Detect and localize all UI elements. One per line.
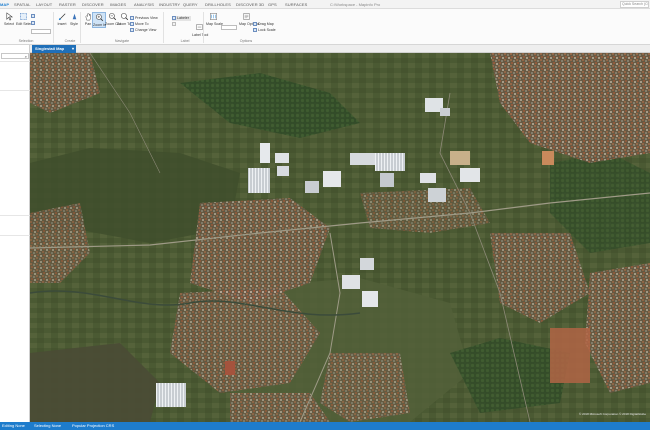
quick-search-input[interactable]: Quick Search (Ctrl+Q)	[620, 1, 649, 8]
style-button[interactable]: Style	[67, 12, 81, 26]
group-label-label: Label	[180, 39, 190, 43]
group-label-options: Options	[239, 39, 253, 43]
tab-gps[interactable]: GPS	[268, 2, 277, 7]
tab-analysis[interactable]: ANALYSIS	[134, 2, 154, 7]
arrow-cursor-icon	[6, 12, 13, 21]
tab-drillholes[interactable]: DRILLHOLES	[205, 2, 231, 7]
edit-select-button[interactable]: Edit Select	[16, 12, 33, 26]
map-view[interactable]: © 2018 Microsoft Corporation © 2018 Digi…	[30, 53, 650, 422]
map-scale-icon	[209, 13, 217, 20]
group-label-selection: Selection	[18, 39, 34, 43]
panel-divider	[0, 61, 30, 62]
tab-industry[interactable]: INDUSTRY	[159, 2, 180, 7]
tab-raster[interactable]: RASTER	[59, 2, 76, 7]
ribbon-tab-bar: MAP SPATIAL LAYOUT RASTER DISCOVER IMAGE…	[0, 0, 650, 9]
map-attribution: © 2018 Microsoft Corporation © 2018 Digi…	[579, 412, 646, 416]
zoom-to-button[interactable]: Zoom To	[117, 12, 131, 26]
status-selecting[interactable]: Selecting None	[34, 423, 61, 428]
explorer-panel: ⌕	[0, 45, 30, 422]
magnifier-icon	[120, 13, 128, 21]
selection-dropdown[interactable]	[31, 29, 51, 34]
tab-map[interactable]: MAP	[0, 2, 9, 7]
search-icon[interactable]: ⌕	[25, 54, 27, 59]
ribbon: Select Edit Select Selection Insert Styl…	[0, 9, 650, 45]
map-options-button[interactable]: Map Options	[239, 12, 259, 26]
edit-select-icon	[19, 13, 27, 20]
status-bar: Editing None Selecting None Popular Proj…	[0, 422, 650, 430]
tab-discover[interactable]: DISCOVER	[82, 2, 104, 7]
label-option-item[interactable]	[172, 22, 177, 27]
scale-dropdown[interactable]	[221, 25, 237, 30]
ribbon-divider	[53, 12, 54, 43]
move-to-button[interactable]: Move To	[130, 22, 149, 27]
panel-divider	[0, 90, 30, 91]
ribbon-divider	[203, 12, 204, 43]
unselect-item[interactable]	[31, 21, 36, 26]
lock-scale-toggle[interactable]: Lock Scale	[253, 28, 276, 33]
map-scale-button[interactable]: Map Scale	[206, 12, 223, 26]
style-icon	[72, 13, 76, 20]
group-label-navigate: Navigate	[114, 39, 130, 43]
tab-query[interactable]: QUERY	[183, 2, 198, 7]
tab-dropdown-icon[interactable]: ▾	[72, 45, 74, 53]
panel-divider	[0, 235, 30, 236]
tab-map-window[interactable]: Singlestail Map ▾	[32, 45, 76, 53]
document-tab-bar: Singlestail Map ▾	[30, 45, 650, 53]
zoom-in-icon	[95, 14, 103, 22]
tab-surfaces[interactable]: SURFACES	[285, 2, 307, 7]
zoom-out-icon	[108, 13, 116, 21]
satellite-imagery	[30, 53, 650, 422]
status-projection[interactable]: Popular Projection CRS	[72, 423, 114, 428]
map-options-icon	[243, 13, 249, 20]
select-button[interactable]: Select	[2, 12, 16, 26]
change-view-button[interactable]: Change View	[130, 28, 156, 33]
invert-selection-item[interactable]	[31, 14, 36, 19]
group-label-create: Create	[64, 39, 76, 43]
window-title: C:\Workspace - Mapinfo Pro	[330, 2, 381, 7]
drag-map-toggle[interactable]: Drag Map	[253, 22, 274, 27]
tab-layout[interactable]: LAYOUT	[36, 2, 52, 7]
previous-view-button[interactable]: Previous View	[130, 16, 158, 21]
panel-search-input[interactable]: ⌕	[1, 53, 29, 59]
zoom-in-button[interactable]: Zoom In	[92, 12, 106, 28]
tab-discover-3d[interactable]: DISCOVER 3D	[236, 2, 264, 7]
status-editing[interactable]: Editing None	[2, 423, 25, 428]
labeler-button[interactable]: Labeler	[172, 16, 191, 21]
panel-divider	[0, 215, 30, 216]
ribbon-divider	[163, 12, 164, 43]
insert-icon	[58, 13, 65, 21]
tab-spatial[interactable]: SPATIAL	[14, 2, 31, 7]
tab-images[interactable]: IMAGES	[110, 2, 126, 7]
